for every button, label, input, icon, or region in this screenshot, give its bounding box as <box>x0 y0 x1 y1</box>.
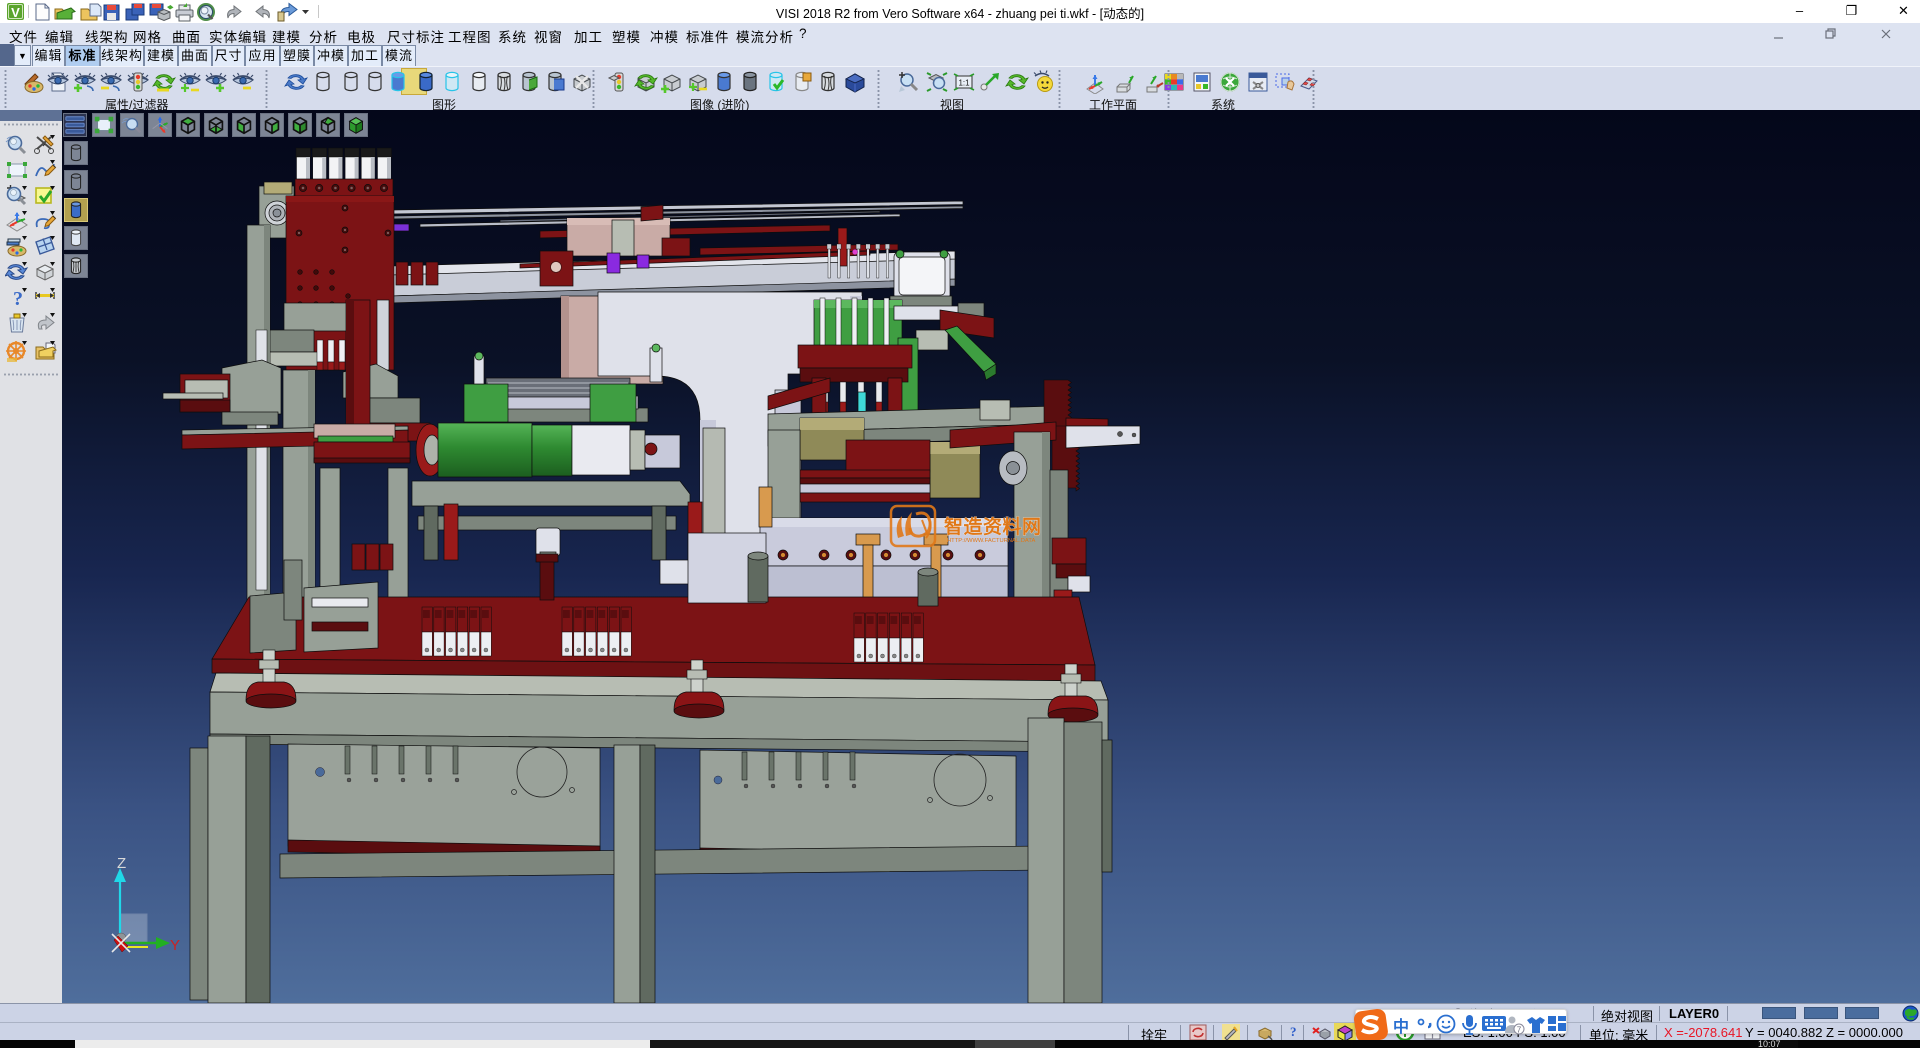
svg-text:7: 7 <box>1517 1026 1522 1035</box>
svg-text:Y: Y <box>170 937 180 954</box>
svg-text:Z: Z <box>117 855 126 872</box>
svg-text:1:1: 1:1 <box>958 79 970 88</box>
svg-text:智造资料网: 智造资料网 <box>944 515 1042 538</box>
svg-text:V: V <box>11 5 20 20</box>
svg-text:?: ? <box>13 288 23 310</box>
svg-text:HTTP://WWW.FACTURNAL.DATA: HTTP://WWW.FACTURNAL.DATA <box>947 538 1035 544</box>
